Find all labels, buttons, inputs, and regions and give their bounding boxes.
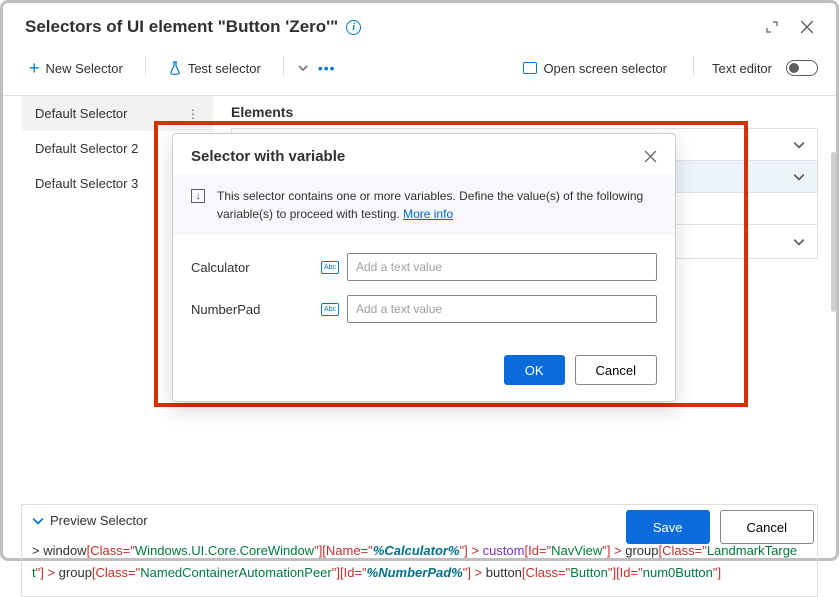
sidebar-item-label: Default Selector 3 bbox=[35, 176, 138, 191]
scrollbar[interactable] bbox=[831, 152, 836, 312]
flask-icon bbox=[168, 61, 182, 75]
open-screen-button[interactable]: Open screen selector bbox=[515, 57, 675, 80]
preview-heading: Preview Selector bbox=[50, 513, 148, 528]
close-icon[interactable] bbox=[800, 20, 814, 34]
text-editor-toggle[interactable] bbox=[786, 60, 818, 76]
calculator-input[interactable] bbox=[347, 253, 657, 281]
info-banner: ↓ This selector contains one or more var… bbox=[173, 175, 675, 235]
elements-heading: Elements bbox=[231, 96, 818, 128]
sidebar-item-default[interactable]: Default Selector ⋮ bbox=[21, 96, 213, 131]
open-screen-label: Open screen selector bbox=[543, 61, 667, 76]
expand-icon[interactable] bbox=[766, 21, 778, 33]
preview-content: > window[Class="Windows.UI.Core.CoreWind… bbox=[22, 536, 817, 596]
chevron-down-icon bbox=[793, 236, 805, 248]
close-icon[interactable] bbox=[644, 150, 657, 163]
sidebar-item-label: Default Selector bbox=[35, 106, 128, 121]
screen-icon bbox=[523, 62, 537, 74]
text-type-icon: Abc bbox=[321, 261, 339, 274]
save-button[interactable]: Save bbox=[626, 510, 710, 544]
item-menu-icon[interactable]: ⋮ bbox=[187, 107, 199, 121]
new-selector-button[interactable]: + New Selector bbox=[21, 55, 131, 81]
modal-cancel-button[interactable]: Cancel bbox=[575, 355, 657, 385]
chevron-down-icon bbox=[793, 171, 805, 183]
chevron-down-icon[interactable] bbox=[298, 63, 308, 73]
sidebar-item-label: Default Selector 2 bbox=[35, 141, 138, 156]
cancel-button[interactable]: Cancel bbox=[720, 510, 814, 544]
more-button[interactable]: ••• bbox=[318, 60, 336, 76]
info-icon[interactable]: i bbox=[346, 20, 361, 35]
chevron-down-icon bbox=[793, 139, 805, 151]
text-type-icon: Abc bbox=[321, 303, 339, 316]
field-label-numberpad: NumberPad bbox=[191, 302, 321, 317]
more-info-link[interactable]: More info bbox=[403, 207, 453, 221]
title-text: Selectors of UI element "Button 'Zero'" bbox=[25, 17, 338, 37]
field-label-calculator: Calculator bbox=[191, 260, 321, 275]
ok-button[interactable]: OK bbox=[504, 355, 565, 385]
variable-modal: Selector with variable ↓ This selector c… bbox=[172, 133, 676, 402]
page-title: Selectors of UI element "Button 'Zero'" … bbox=[25, 17, 361, 37]
test-selector-button[interactable]: Test selector bbox=[160, 57, 269, 80]
download-icon: ↓ bbox=[191, 189, 205, 203]
new-selector-label: New Selector bbox=[46, 61, 123, 76]
test-selector-label: Test selector bbox=[188, 61, 261, 76]
numberpad-input[interactable] bbox=[347, 295, 657, 323]
plus-icon: + bbox=[29, 59, 40, 77]
chevron-down-icon bbox=[32, 515, 44, 527]
text-editor-label: Text editor bbox=[712, 61, 772, 76]
modal-title: Selector with variable bbox=[191, 148, 345, 165]
